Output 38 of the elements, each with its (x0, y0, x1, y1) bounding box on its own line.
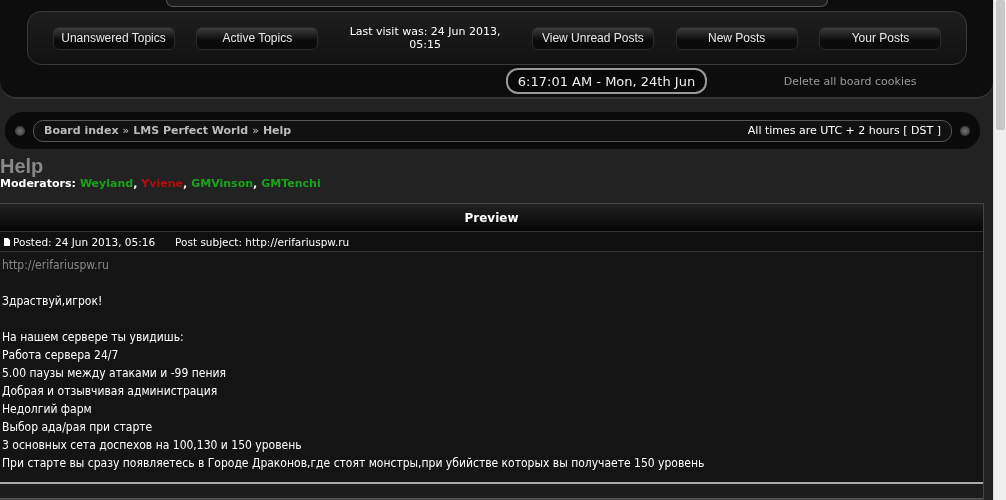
preview-title: Preview (0, 204, 983, 232)
rivet-icon (15, 125, 25, 136)
nav-button[interactable]: View Unread Posts (531, 26, 654, 50)
rivet-icon (960, 125, 970, 136)
nav-button[interactable]: Active Topics (196, 26, 319, 50)
post-text-line: Работа сервера 24/7 (2, 347, 120, 364)
comma: , (253, 177, 258, 190)
moderator-link[interactable]: Weyland (79, 177, 134, 190)
clock: 6:17:01 AM - Mon, 24th Jun (505, 68, 708, 94)
breadcrumb-separator: » (122, 124, 130, 138)
post-text-line: Недолгий фарм (2, 401, 93, 418)
breadcrumb-link[interactable]: Board index (44, 124, 119, 138)
post-text-line: 3 основных сета доспехов на 100,130 и 150 уровень (2, 437, 303, 454)
scrollbar[interactable] (993, 0, 1006, 500)
post-text-line: Здраствуй,игрок! (2, 293, 104, 310)
breadcrumb-link[interactable]: LMS Perfect World (133, 124, 249, 138)
last-visit-text: Last visit was: 24 Jun 2013, 05:15 (348, 25, 502, 51)
delete-cookies-link[interactable]: Delete all board cookies (783, 74, 917, 88)
posted-date: Posted: 24 Jun 2013, 05:16 (13, 235, 156, 248)
comma: , (133, 177, 138, 190)
nav-button[interactable]: New Posts (675, 26, 798, 50)
comma: , (183, 177, 188, 190)
breadcrumb-separator: » (252, 124, 259, 138)
post-text-line: Добрая и отзывчивая администрация (2, 383, 219, 400)
timezone-text: All times are UTC + 2 hours [ DST ] (747, 124, 941, 138)
moderators-label: Moderators: (0, 177, 76, 190)
forum-title: Help (0, 156, 45, 176)
post-link[interactable]: http://erifariuspw.ru (2, 256, 981, 274)
post-text-line: 5.00 паузы между атаками и -99 пения (2, 365, 228, 382)
post-text-line: Выбор ада/рая при старте (2, 419, 154, 436)
post-text-line: При старте вы сразу появляетесь в Городе Драконов,где стоят монстры,при убийстве которых вы получаете 150 уровень (2, 455, 706, 472)
nav-button[interactable]: Your Posts (819, 26, 942, 50)
moderator-link[interactable]: GMTenchi (261, 177, 321, 190)
post-icon (4, 237, 10, 246)
post-text-line: На нашем сервере ты увидишь: (2, 329, 185, 346)
post-subject: Post subject: http://erifariuspw.ru (175, 235, 350, 248)
nav-button[interactable]: Unanswered Topics (52, 26, 175, 50)
breadcrumb-link[interactable]: Help (262, 124, 292, 138)
